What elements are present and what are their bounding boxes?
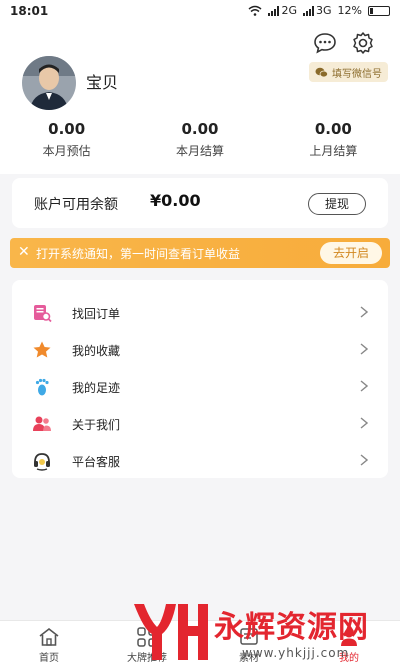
stat-label: 本月结算 bbox=[175, 144, 224, 158]
balance-amount: ¥0.00 bbox=[150, 191, 201, 210]
notification-banner: ✕ 打开系统通知，第一时间查看订单收益 去开启 bbox=[10, 238, 390, 268]
chevron-right-icon bbox=[360, 306, 368, 318]
message-icon[interactable] bbox=[312, 30, 338, 56]
battery-percent: 12% bbox=[337, 4, 362, 17]
order-search-icon bbox=[34, 305, 52, 323]
enable-notification-button[interactable]: 去开启 bbox=[320, 242, 382, 264]
wechat-icon bbox=[315, 67, 328, 77]
stat-this-month-settled[interactable]: 0.00 本月结算 bbox=[133, 120, 266, 159]
chevron-right-icon bbox=[360, 454, 368, 466]
wechat-id-button[interactable]: 填写微信号 bbox=[309, 62, 388, 82]
stat-last-month-settled[interactable]: 0.00 上月结算 bbox=[267, 120, 400, 159]
menu-item-favorites[interactable]: 我的收藏 bbox=[12, 331, 388, 368]
menu-item-label: 我的收藏 bbox=[72, 344, 121, 358]
wechat-tag-label: 填写微信号 bbox=[332, 68, 382, 80]
signal-icon bbox=[303, 5, 315, 16]
network-2: 3G bbox=[316, 4, 332, 17]
settings-icon[interactable] bbox=[350, 30, 376, 56]
menu-list: 找回订单 我的收藏 我的足迹 关于我们 平台客服 bbox=[12, 280, 388, 478]
balance-label: 账户可用余额 bbox=[34, 197, 118, 213]
footprint-icon bbox=[35, 378, 49, 396]
signal-icon bbox=[268, 5, 280, 16]
headset-icon bbox=[34, 453, 50, 471]
status-indicators: 2G 3G 12% bbox=[248, 4, 390, 17]
stat-value: 0.00 bbox=[181, 120, 219, 138]
watermark-url: www.yhkjjj.com bbox=[242, 646, 350, 660]
tab-label: 首页 bbox=[39, 653, 59, 664]
avatar[interactable] bbox=[22, 56, 76, 110]
close-icon[interactable]: ✕ bbox=[18, 244, 30, 260]
chevron-right-icon bbox=[360, 343, 368, 355]
stat-label: 上月结算 bbox=[309, 144, 358, 158]
wifi-icon bbox=[249, 5, 262, 16]
battery-icon bbox=[368, 5, 390, 16]
users-icon bbox=[33, 416, 51, 431]
username: 宝贝 bbox=[86, 73, 119, 92]
stat-value: 0.00 bbox=[314, 120, 352, 138]
chevron-right-icon bbox=[360, 417, 368, 429]
profile-header: 宝贝 填写微信号 0.00 本月预估 0.00 本月结算 0.00 上月结算 bbox=[0, 24, 400, 174]
stat-label: 本月预估 bbox=[42, 144, 91, 158]
menu-item-retrieve-order[interactable]: 找回订单 bbox=[12, 294, 388, 331]
menu-item-label: 找回订单 bbox=[72, 307, 121, 321]
menu-item-about-us[interactable]: 关于我们 bbox=[12, 405, 388, 442]
status-time: 18:01 bbox=[10, 4, 49, 18]
earnings-stats: 0.00 本月预估 0.00 本月结算 0.00 上月结算 bbox=[0, 120, 400, 159]
watermark-logo-icon bbox=[134, 604, 208, 660]
menu-item-label: 我的足迹 bbox=[72, 381, 121, 395]
withdraw-button[interactable]: 提现 bbox=[308, 193, 366, 215]
network-1: 2G bbox=[281, 4, 298, 17]
watermark-text: 永辉资源网 bbox=[214, 610, 369, 645]
status-bar: 18:01 2G 3G 12% bbox=[0, 0, 400, 24]
home-icon bbox=[39, 627, 59, 646]
menu-item-label: 平台客服 bbox=[72, 455, 121, 469]
tab-home[interactable]: 首页 bbox=[14, 625, 84, 665]
watermark: 永辉资源网 www.yhkjjj.com bbox=[130, 600, 400, 666]
chevron-right-icon bbox=[360, 380, 368, 392]
menu-item-label: 关于我们 bbox=[72, 418, 121, 432]
notification-text: 打开系统通知，第一时间查看订单收益 bbox=[36, 247, 241, 261]
stat-this-month-estimate[interactable]: 0.00 本月预估 bbox=[0, 120, 133, 159]
menu-item-footprints[interactable]: 我的足迹 bbox=[12, 368, 388, 405]
balance-card: 账户可用余额 ¥0.00 提现 bbox=[12, 178, 388, 228]
menu-item-customer-service[interactable]: 平台客服 bbox=[12, 442, 388, 479]
star-icon bbox=[33, 341, 51, 358]
stat-value: 0.00 bbox=[48, 120, 86, 138]
